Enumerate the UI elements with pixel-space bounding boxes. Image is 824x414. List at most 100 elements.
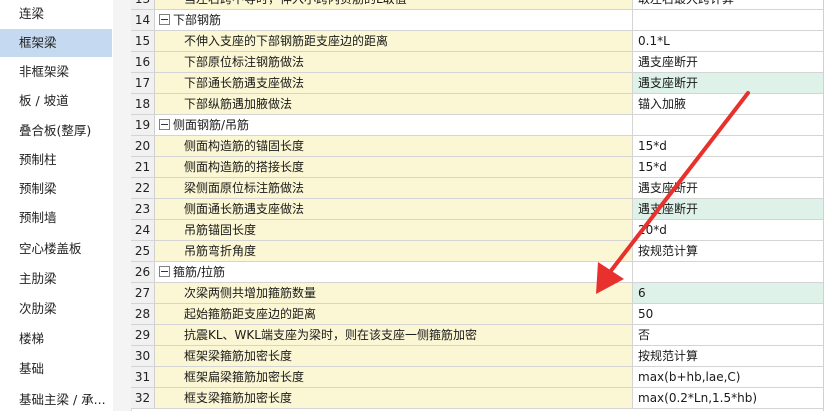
property-name-cell: 侧面构造筋的搭接长度 — [155, 157, 633, 177]
property-value-cell[interactable]: 遇支座断开 — [633, 73, 824, 93]
group-row[interactable]: 14 下部钢筋 — [131, 10, 824, 31]
sidebar-item[interactable]: 预制梁 — [0, 175, 112, 203]
property-value-cell[interactable]: 15*d — [633, 157, 824, 177]
property-name-cell: 下部纵筋遇加腋做法 — [155, 94, 633, 114]
property-name-cell: 次梁两侧共增加箍筋数量 — [155, 283, 633, 303]
property-label: 框架梁箍筋加密长度 — [184, 349, 293, 363]
property-name-cell: 当左右跨不等时，伸入小跨内负筋的L取值 — [155, 0, 633, 9]
property-name-cell: 下部钢筋 — [155, 10, 633, 30]
sidebar: 连梁 框架梁 非框架梁板 / 坡道 叠合板(整厚) 预制柱 预制梁 预制墙空心楼盖板 主肋梁次… — [0, 0, 114, 411]
table-row[interactable]: 16 下部原位标注钢筋做法 遇支座断开 — [131, 52, 824, 73]
property-label: 吊筋弯折角度 — [184, 244, 257, 258]
row-number: 22 — [131, 178, 155, 198]
sidebar-item[interactable]: 基础 — [0, 355, 112, 383]
sidebar-item[interactable]: 预制墙 — [0, 204, 112, 232]
sidebar-item[interactable]: 叠合板(整厚) — [0, 117, 112, 145]
collapse-toggle-icon[interactable] — [159, 266, 170, 277]
sidebar-item[interactable]: 楼梯 — [0, 325, 112, 353]
property-name-cell: 吊筋锚固长度 — [155, 220, 633, 240]
group-label: 箍筋/拉筋 — [173, 265, 226, 279]
table-row[interactable]: 17 下部通长筋遇支座做法 遇支座断开 — [131, 73, 824, 94]
collapse-toggle-icon[interactable] — [159, 14, 170, 25]
property-label: 吊筋锚固长度 — [184, 223, 257, 237]
property-value-cell[interactable]: 遇支座断开 — [633, 52, 824, 72]
property-value-cell[interactable]: 锚入加腋 — [633, 94, 824, 114]
row-number: 23 — [131, 199, 155, 219]
property-value-cell[interactable]: 遇支座断开 — [633, 178, 824, 198]
group-row[interactable]: 19 侧面钢筋/吊筋 — [131, 115, 824, 136]
sidebar-item[interactable]: 连梁 — [0, 0, 112, 28]
row-number: 25 — [131, 241, 155, 261]
row-number: 20 — [131, 136, 155, 156]
property-name-cell: 侧面构造筋的锚固长度 — [155, 136, 633, 156]
sidebar-item[interactable]: 板 / 坡道 — [0, 87, 112, 115]
property-value-cell — [633, 262, 824, 282]
property-label: 抗震KL、WKL端支座为梁时，则在该支座一侧箍筋加密 — [184, 328, 477, 342]
table-row[interactable]: 29 抗震KL、WKL端支座为梁时，则在该支座一侧箍筋加密 否 — [131, 325, 824, 346]
group-row[interactable]: 26 箍筋/拉筋 — [131, 262, 824, 283]
property-value-cell[interactable]: 20*d — [633, 220, 824, 240]
property-label: 下部通长筋遇支座做法 — [184, 76, 305, 90]
property-value-cell[interactable]: max(0.2*Ln,1.5*hb) — [633, 388, 824, 408]
sidebar-item[interactable]: 预制柱 — [0, 146, 112, 174]
sidebar-scroll-gutter — [113, 0, 132, 411]
table-row[interactable]: 31 框架扁梁箍筋加密长度 max(b+hb,lae,C) — [131, 367, 824, 388]
property-value-cell[interactable]: 取左右最大跨计算 — [633, 0, 824, 9]
table-row[interactable]: 23 侧面通长筋遇支座做法 遇支座断开 — [131, 199, 824, 220]
property-value-cell[interactable]: 遇支座断开 — [633, 199, 824, 219]
row-number: 17 — [131, 73, 155, 93]
table-row[interactable]: 32 框支梁箍筋加密长度 max(0.2*Ln,1.5*hb) — [131, 388, 824, 409]
table-row[interactable]: 24 吊筋锚固长度 20*d — [131, 220, 824, 241]
property-value-cell[interactable]: 6 — [633, 283, 824, 303]
property-label: 当左右跨不等时，伸入小跨内负筋的L取值 — [184, 0, 407, 9]
sidebar-item[interactable]: 空心楼盖板 — [0, 235, 112, 263]
table-row[interactable]: 21 侧面构造筋的搭接长度 15*d — [131, 157, 824, 178]
row-number: 13 — [131, 0, 155, 9]
property-value-cell[interactable]: 按规范计算 — [633, 346, 824, 366]
property-value-cell[interactable]: 按规范计算 — [633, 241, 824, 261]
row-number: 28 — [131, 304, 155, 324]
collapse-toggle-icon[interactable] — [159, 119, 170, 130]
property-value-cell[interactable]: 0.1*L — [633, 31, 824, 51]
property-value-cell[interactable]: 15*d — [633, 136, 824, 156]
table-row[interactable]: 18 下部纵筋遇加腋做法 锚入加腋 — [131, 94, 824, 115]
property-name-cell: 抗震KL、WKL端支座为梁时，则在该支座一侧箍筋加密 — [155, 325, 633, 345]
table-row[interactable]: 15 不伸入支座的下部钢筋距支座边的距离 0.1*L — [131, 31, 824, 52]
property-label: 不伸入支座的下部钢筋距支座边的距离 — [184, 34, 389, 48]
table-row[interactable]: 13 当左右跨不等时，伸入小跨内负筋的L取值 取左右最大跨计算 — [131, 0, 824, 10]
sidebar-item[interactable]: 次肋梁 — [0, 295, 112, 323]
property-label: 框架扁梁箍筋加密长度 — [184, 370, 305, 384]
row-number: 31 — [131, 367, 155, 387]
property-value-cell — [633, 10, 824, 30]
table-row[interactable]: 22 梁侧面原位标注筋做法 遇支座断开 — [131, 178, 824, 199]
row-number: 19 — [131, 115, 155, 135]
property-name-cell: 下部原位标注钢筋做法 — [155, 52, 633, 72]
sidebar-item[interactable]: 非框架梁 — [0, 58, 112, 86]
row-number: 26 — [131, 262, 155, 282]
property-name-cell: 框架扁梁箍筋加密长度 — [155, 367, 633, 387]
table-row[interactable]: 27 次梁两侧共增加箍筋数量 6 — [131, 283, 824, 304]
table-row[interactable]: 20 侧面构造筋的锚固长度 15*d — [131, 136, 824, 157]
property-name-cell: 起始箍筋距支座边的距离 — [155, 304, 633, 324]
sidebar-item[interactable]: 主肋梁 — [0, 265, 112, 293]
group-label: 侧面钢筋/吊筋 — [173, 118, 250, 132]
property-value-cell[interactable]: 否 — [633, 325, 824, 345]
sidebar-item[interactable]: 基础主梁 / 承... — [0, 386, 112, 414]
sidebar-item[interactable]: 框架梁 — [0, 29, 112, 57]
row-number: 18 — [131, 94, 155, 114]
property-label: 下部纵筋遇加腋做法 — [184, 97, 293, 111]
row-number: 30 — [131, 346, 155, 366]
row-number: 27 — [131, 283, 155, 303]
property-value-cell[interactable]: max(b+hb,lae,C) — [633, 367, 824, 387]
property-label: 侧面构造筋的搭接长度 — [184, 160, 305, 174]
property-value-cell — [633, 115, 824, 135]
property-label: 下部原位标注钢筋做法 — [184, 55, 305, 69]
table-row[interactable]: 30 框架梁箍筋加密长度 按规范计算 — [131, 346, 824, 367]
row-number: 24 — [131, 220, 155, 240]
property-value-cell[interactable]: 50 — [633, 304, 824, 324]
table-row[interactable]: 25 吊筋弯折角度 按规范计算 — [131, 241, 824, 262]
property-name-cell: 框支梁箍筋加密长度 — [155, 388, 633, 408]
row-number: 21 — [131, 157, 155, 177]
property-label: 梁侧面原位标注筋做法 — [184, 181, 305, 195]
table-row[interactable]: 28 起始箍筋距支座边的距离 50 — [131, 304, 824, 325]
